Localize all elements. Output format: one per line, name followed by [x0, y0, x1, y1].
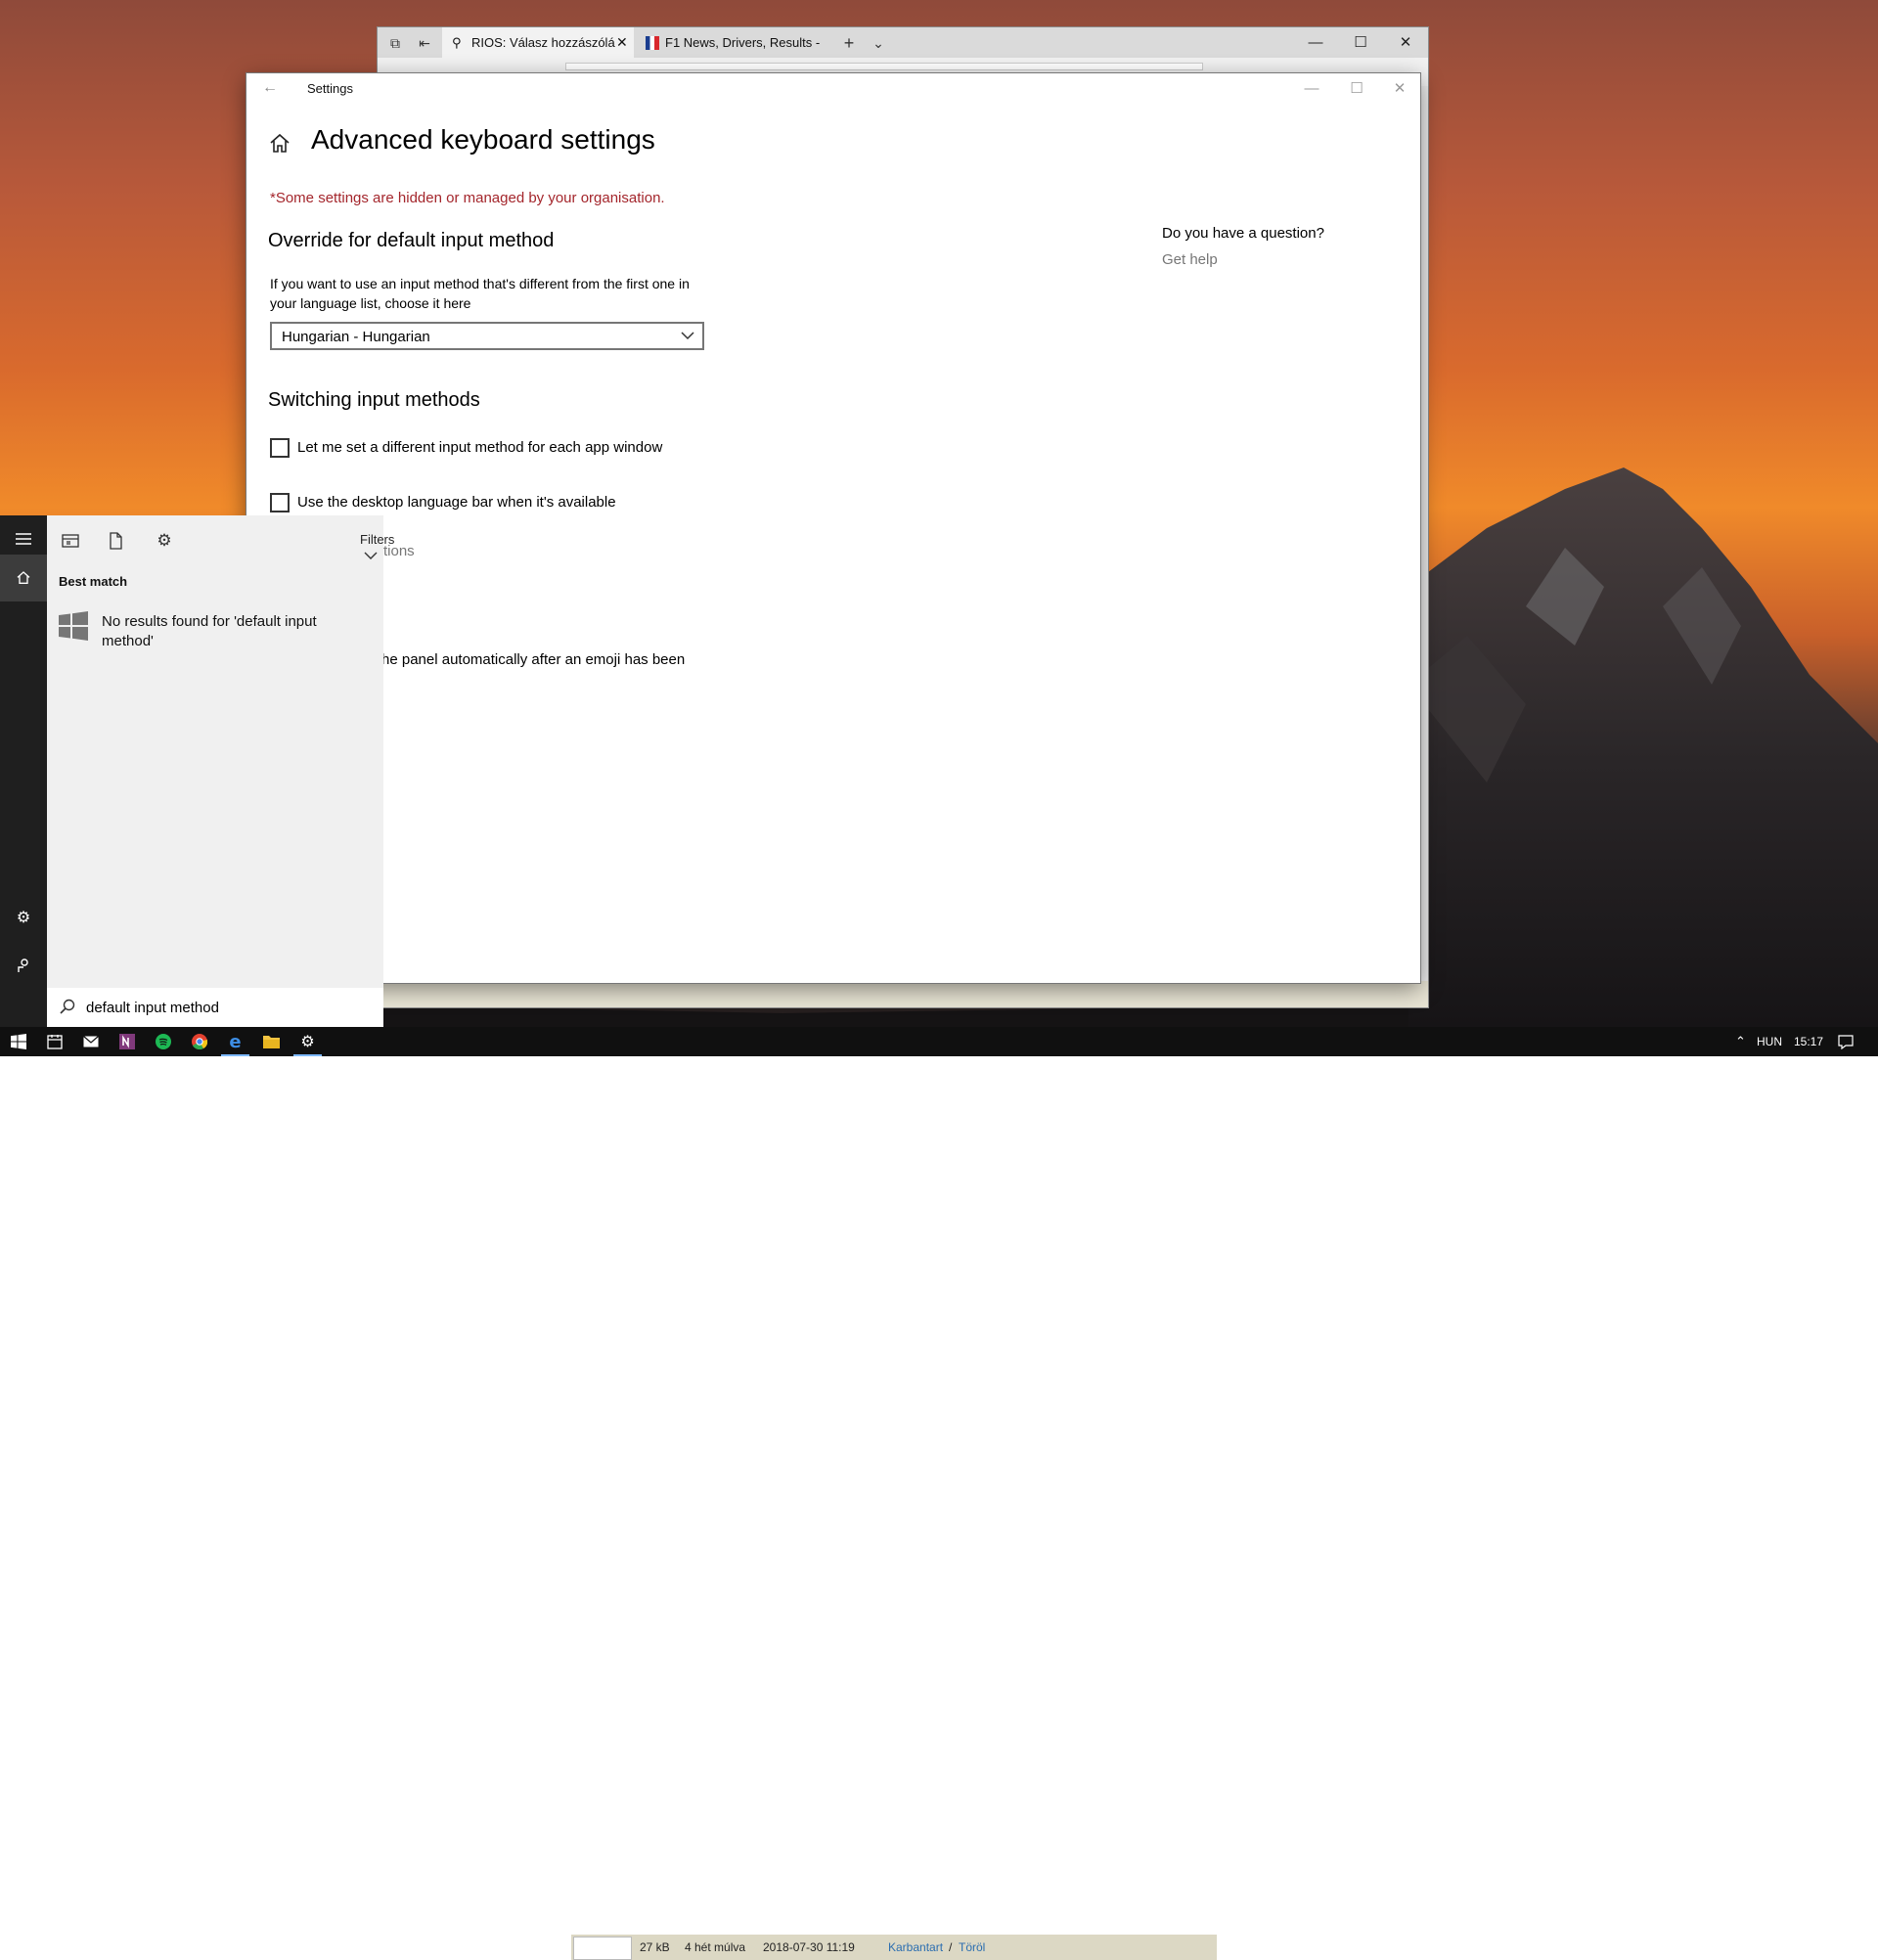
chat-icon: ⚲	[452, 35, 462, 50]
edge-app-icon[interactable]: e	[217, 1027, 253, 1056]
input-method-dropdown[interactable]: Hungarian - Hungarian	[270, 322, 704, 350]
onenote-app-icon[interactable]	[109, 1027, 145, 1056]
link-separator: /	[949, 1940, 953, 1954]
settings-window: ← Settings — ☐ ✕ Advanced keyboard setti…	[246, 73, 1420, 983]
tab-label: F1 News, Drivers, Results - F	[665, 35, 820, 50]
best-match-heading: Best match	[59, 574, 128, 589]
mail-app-icon[interactable]	[72, 1027, 109, 1056]
page-footer-row: 27 kB 4 hét múlva 2018-07-30 11:19 Karba…	[378, 981, 1428, 1960]
close-tab-icon[interactable]: ✕	[616, 27, 628, 58]
documents-filter-icon[interactable]	[106, 531, 125, 551]
dropdown-value: Hungarian - Hungarian	[282, 329, 430, 345]
windows-logo-icon	[59, 611, 88, 641]
language-bar-checkbox[interactable]	[270, 493, 290, 512]
override-description: If you want to use an input method that'…	[270, 276, 690, 311]
feedback-icon[interactable]	[0, 942, 47, 989]
chevron-down-icon	[681, 332, 694, 340]
search-input[interactable]	[86, 988, 370, 1027]
get-help-link[interactable]: Get help	[1162, 251, 1218, 268]
windows-logo-icon	[10, 1034, 26, 1049]
filters-dropdown[interactable]: Filters	[360, 532, 394, 561]
tab-preview-icon[interactable]: ⧉	[385, 33, 405, 53]
maximize-icon[interactable]: ☐	[1334, 73, 1379, 105]
input-language-indicator[interactable]: HUN	[1757, 1035, 1782, 1048]
start-search-panel: ⚙ ⚙ Filters Best match No results found …	[0, 515, 394, 1027]
action-center-icon[interactable]	[1827, 1027, 1863, 1056]
search-filter-bar: ⚙ Filters	[47, 515, 394, 566]
taskbar: e ⚙ ⌃ HUN 15:17	[0, 1027, 1878, 1056]
back-arrow-icon[interactable]: ←	[262, 79, 278, 97]
close-icon[interactable]: ✕	[1377, 73, 1422, 105]
start-button[interactable]	[0, 1027, 36, 1056]
browser-tab-bar: ⧉ ⇤ ⚲ RIOS: Válasz hozzászólá ✕ F1 News,…	[378, 27, 1428, 58]
set-tabs-aside-icon[interactable]: ⇤	[415, 33, 434, 53]
per-app-checkbox-label[interactable]: Let me set a different input method for …	[297, 439, 662, 456]
search-icon	[60, 999, 75, 1014]
settings-filter-icon[interactable]: ⚙	[155, 531, 174, 551]
per-app-checkbox[interactable]	[270, 438, 290, 458]
chevron-up-icon[interactable]: ⌃	[1735, 1034, 1746, 1049]
maximize-icon[interactable]: ☐	[1338, 27, 1383, 58]
delete-link[interactable]: Töröl	[959, 1935, 985, 1960]
search-box[interactable]	[47, 988, 383, 1027]
spotify-app-icon[interactable]	[145, 1027, 181, 1056]
filters-label: Filters	[360, 532, 395, 547]
attachment-row: 27 kB 4 hét múlva 2018-07-30 11:19 Karba…	[571, 1935, 1217, 1960]
language-bar-checkbox-label[interactable]: Use the desktop language bar when it's a…	[297, 494, 616, 511]
settings-titlebar: ← Settings — ☐ ✕	[246, 73, 1420, 105]
file-explorer-icon[interactable]	[253, 1027, 290, 1056]
emoji-panel-text-partial: he panel automatically after an emoji ha…	[381, 651, 686, 668]
question-heading: Do you have a question?	[1162, 225, 1324, 242]
tab-label: RIOS: Válasz hozzászólá	[471, 35, 615, 50]
attachment-thumbnail[interactable]	[573, 1937, 632, 1960]
settings-app-icon[interactable]: ⚙	[290, 1027, 326, 1056]
file-age: 4 hét múlva	[685, 1940, 746, 1954]
no-results-message: No results found for 'default input meth…	[102, 613, 317, 649]
chrome-app-icon[interactable]	[181, 1027, 217, 1056]
f1-favicon	[646, 36, 659, 50]
managed-warning: *Some settings are hidden or managed by …	[270, 190, 665, 206]
apps-filter-icon[interactable]	[61, 531, 80, 551]
override-heading: Override for default input method	[268, 230, 555, 251]
clock[interactable]: 15:17	[1794, 1035, 1823, 1048]
home-icon[interactable]	[268, 132, 291, 156]
close-icon[interactable]: ✕	[1383, 27, 1428, 58]
file-size: 27 kB	[640, 1940, 670, 1954]
minimize-icon[interactable]: —	[1289, 73, 1334, 105]
chevron-down-icon	[364, 552, 378, 559]
settings-gear-icon[interactable]: ⚙	[0, 895, 47, 942]
home-icon[interactable]	[0, 555, 47, 601]
file-date: 2018-07-30 11:19	[763, 1940, 855, 1954]
window-title: Settings	[307, 81, 353, 96]
calendar-app-icon[interactable]	[36, 1027, 72, 1056]
minimize-icon[interactable]: —	[1293, 27, 1338, 58]
address-bar[interactable]	[565, 63, 1203, 70]
switching-heading: Switching input methods	[268, 389, 480, 411]
new-tab-icon[interactable]: +	[839, 33, 859, 53]
tab-f1[interactable]: F1 News, Drivers, Results - F	[638, 27, 820, 58]
page-title: Advanced keyboard settings	[311, 124, 655, 155]
maintain-link[interactable]: Karbantart	[888, 1935, 943, 1960]
chevron-down-icon[interactable]: ⌄	[869, 33, 888, 53]
start-rail: ⚙	[0, 515, 47, 1027]
tab-rios[interactable]: ⚲ RIOS: Válasz hozzászólá ✕	[442, 27, 634, 58]
